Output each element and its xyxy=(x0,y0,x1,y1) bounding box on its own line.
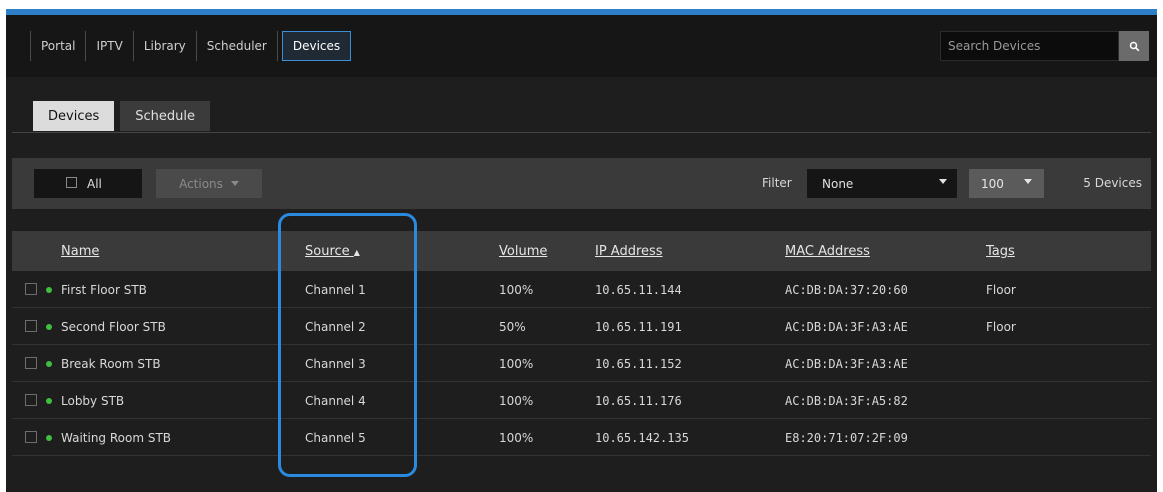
table-row[interactable]: Waiting Room STB Channel 5 100% 10.65.14… xyxy=(12,419,1151,456)
device-ip: 10.65.142.135 xyxy=(595,431,689,445)
app-window: Portal IPTV Library Scheduler Devices De… xyxy=(6,9,1157,492)
device-tags: Floor xyxy=(986,320,1016,334)
table-row[interactable]: Break Room STB Channel 3 100% 10.65.11.1… xyxy=(12,345,1151,382)
device-name[interactable]: Lobby STB xyxy=(61,394,124,408)
device-volume: 100% xyxy=(499,394,534,408)
select-all-button[interactable]: All xyxy=(34,169,142,198)
table-header: Name Source ▲ Volume IP Address MAC Addr… xyxy=(12,231,1151,271)
row-checkbox[interactable] xyxy=(25,357,37,369)
status-online-icon xyxy=(46,435,52,441)
device-source: Channel 4 xyxy=(305,394,366,408)
device-source: Channel 2 xyxy=(305,320,366,334)
status-online-icon xyxy=(46,361,52,367)
sub-tabs: Devices Schedule xyxy=(33,101,210,131)
device-source: Channel 5 xyxy=(305,431,366,445)
nav-bar: Portal IPTV Library Scheduler Devices xyxy=(30,31,352,61)
column-header-mac[interactable]: MAC Address xyxy=(785,244,870,259)
nav-item-portal[interactable]: Portal xyxy=(30,31,87,61)
column-header-volume[interactable]: Volume xyxy=(499,244,547,259)
chevron-down-icon xyxy=(230,181,239,186)
per-page-value: 100 xyxy=(981,176,1004,191)
status-online-icon xyxy=(46,398,52,404)
actions-label: Actions xyxy=(179,176,223,191)
device-name[interactable]: First Floor STB xyxy=(61,283,147,297)
column-header-tags[interactable]: Tags xyxy=(986,244,1015,259)
select-all-checkbox[interactable] xyxy=(66,177,77,188)
status-online-icon xyxy=(46,324,52,330)
device-volume: 100% xyxy=(499,357,534,371)
status-online-icon xyxy=(46,287,52,293)
row-checkbox[interactable] xyxy=(25,320,37,332)
filter-value: None xyxy=(822,176,854,191)
actions-dropdown[interactable]: Actions xyxy=(156,169,262,198)
table-row[interactable]: Lobby STB Channel 4 100% 10.65.11.176 AC… xyxy=(12,382,1151,419)
device-ip: 10.65.11.144 xyxy=(595,283,682,297)
chevron-down-icon xyxy=(1024,179,1032,184)
tab-schedule[interactable]: Schedule xyxy=(120,101,210,131)
device-volume: 100% xyxy=(499,431,534,445)
nav-item-iptv[interactable]: IPTV xyxy=(86,31,134,61)
device-count: 5 Devices xyxy=(1083,176,1142,190)
device-mac: AC:DB:DA:3F:A5:82 xyxy=(785,394,908,408)
nav-item-library[interactable]: Library xyxy=(134,31,197,61)
row-checkbox[interactable] xyxy=(25,431,37,443)
device-mac: AC:DB:DA:3F:A3:AE xyxy=(785,320,908,334)
devices-toolbar: All Actions Filter None 100 5 Devices xyxy=(12,158,1151,209)
column-header-source-label: Source xyxy=(305,244,350,259)
nav-item-devices[interactable]: Devices xyxy=(281,31,352,61)
device-volume: 50% xyxy=(499,320,526,334)
search-box xyxy=(940,31,1149,61)
device-ip: 10.65.11.176 xyxy=(595,394,682,408)
device-source: Channel 1 xyxy=(305,283,366,297)
filter-select[interactable]: None xyxy=(807,169,957,198)
search-button[interactable] xyxy=(1119,31,1149,61)
device-source: Channel 3 xyxy=(305,357,366,371)
devices-table: Name Source ▲ Volume IP Address MAC Addr… xyxy=(12,231,1151,456)
device-name[interactable]: Waiting Room STB xyxy=(61,431,171,445)
device-ip: 10.65.11.152 xyxy=(595,357,682,371)
device-mac: AC:DB:DA:37:20:60 xyxy=(785,283,908,297)
sort-ascending-icon: ▲ xyxy=(353,248,360,257)
column-header-ip[interactable]: IP Address xyxy=(595,244,663,259)
column-header-source[interactable]: Source ▲ xyxy=(305,244,360,259)
per-page-select[interactable]: 100 xyxy=(969,169,1044,198)
select-all-label: All xyxy=(87,176,102,191)
device-mac: E8:20:71:07:2F:09 xyxy=(785,431,908,445)
tab-divider xyxy=(12,132,1151,133)
nav-item-scheduler[interactable]: Scheduler xyxy=(197,31,278,61)
device-name[interactable]: Second Floor STB xyxy=(61,320,166,334)
device-tags: Floor xyxy=(986,283,1016,297)
device-volume: 100% xyxy=(499,283,534,297)
search-icon xyxy=(1129,37,1140,56)
device-ip: 10.65.11.191 xyxy=(595,320,682,334)
chevron-down-icon xyxy=(939,179,947,184)
search-input[interactable] xyxy=(940,31,1119,61)
device-mac: AC:DB:DA:3F:A3:AE xyxy=(785,357,908,371)
table-row[interactable]: First Floor STB Channel 1 100% 10.65.11.… xyxy=(12,271,1151,308)
column-header-name[interactable]: Name xyxy=(61,244,99,259)
device-name[interactable]: Break Room STB xyxy=(61,357,161,371)
table-row[interactable]: Second Floor STB Channel 2 50% 10.65.11.… xyxy=(12,308,1151,345)
filter-label: Filter xyxy=(762,176,792,190)
tab-devices[interactable]: Devices xyxy=(33,101,115,131)
top-navigation: Portal IPTV Library Scheduler Devices xyxy=(6,15,1157,77)
row-checkbox[interactable] xyxy=(25,394,37,406)
row-checkbox[interactable] xyxy=(25,283,37,295)
